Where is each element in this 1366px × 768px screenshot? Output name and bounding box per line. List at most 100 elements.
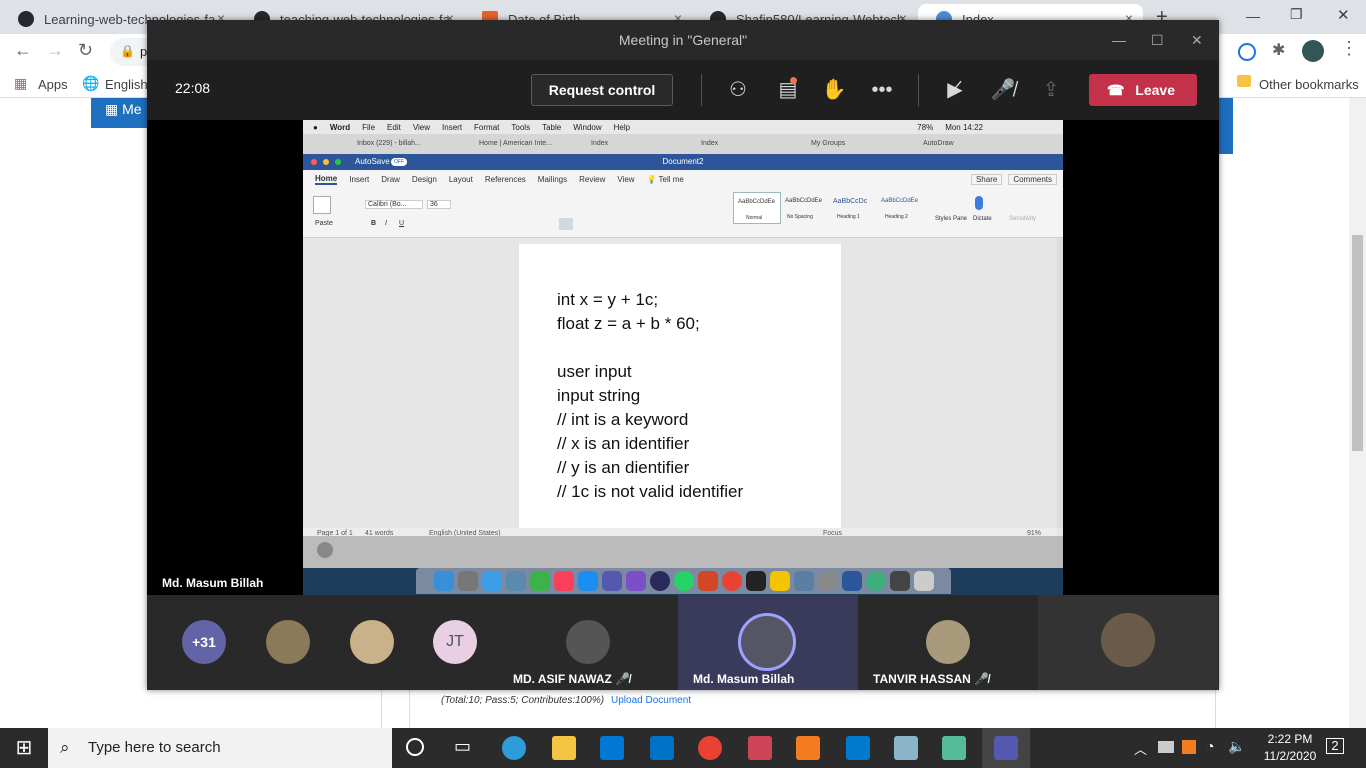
minimize-button[interactable]: — — [1112, 20, 1126, 60]
participant-tile[interactable]: MD. ASIF NAWAZ 🎤̸ — [498, 595, 678, 690]
menu-item[interactable]: Window — [573, 123, 601, 132]
tab-mailings[interactable]: Mailings — [538, 175, 567, 184]
tab-insert[interactable]: Insert — [349, 175, 369, 184]
minimize-dot[interactable] — [323, 159, 329, 165]
style-heading2[interactable]: AaBbCcDdEe Heading 2 — [879, 192, 925, 224]
launchpad-icon[interactable] — [457, 571, 478, 591]
tell-me[interactable]: Tell me — [659, 175, 684, 184]
teams-taskbar-button[interactable] — [982, 728, 1030, 768]
xampp-icon[interactable] — [796, 736, 820, 760]
browser-tab[interactable]: Inbox (229) - billah... — [357, 140, 421, 147]
menu-item[interactable]: Insert — [442, 123, 462, 132]
participant-tile[interactable]: TANVIR HASSAN 🎤̸ — [858, 595, 1038, 690]
leave-button[interactable]: ☎ Leave — [1089, 74, 1197, 106]
minimize-button[interactable]: — — [1246, 8, 1260, 24]
search-input[interactable]: ⌕ Type here to search — [48, 728, 392, 768]
address-bar[interactable]: 🔒 p — [110, 38, 150, 66]
whatsapp-icon[interactable] — [673, 571, 694, 591]
bookmark-other[interactable]: Other bookmarks — [1259, 77, 1359, 92]
trash-icon[interactable] — [913, 571, 934, 591]
scrollbar-thumb[interactable] — [1352, 235, 1363, 451]
participant-tile[interactable] — [1038, 595, 1218, 690]
reload-icon[interactable]: ↻ — [78, 40, 93, 61]
maximize-button[interactable]: ❐ — [1290, 6, 1303, 23]
back-arrow-icon[interactable]: ← — [14, 40, 32, 61]
close-button[interactable]: ✕ — [1191, 20, 1203, 60]
style-normal[interactable]: AaBbCcDdEe Normal — [733, 192, 781, 224]
menu-item[interactable]: Tools — [511, 123, 530, 132]
bold-button[interactable]: B — [371, 220, 376, 227]
browser-tab[interactable]: Home | American Inte... — [479, 140, 552, 147]
trash-icon[interactable] — [317, 542, 333, 558]
tab-design[interactable]: Design — [412, 175, 437, 184]
intellij-icon[interactable] — [769, 571, 790, 591]
browser-tab[interactable]: My Groups — [811, 140, 845, 147]
microphone-icon[interactable] — [975, 196, 983, 210]
share-button[interactable]: Share — [970, 173, 1003, 185]
chevron-up-icon[interactable]: ︿ — [1134, 739, 1147, 758]
battery-icon[interactable] — [1158, 741, 1174, 753]
word-icon[interactable] — [841, 571, 862, 591]
tab-view[interactable]: View — [617, 175, 634, 184]
mail-icon[interactable] — [650, 736, 674, 760]
puzzle-icon[interactable]: ✱ — [1272, 40, 1285, 60]
menu-item[interactable]: Format — [474, 123, 499, 132]
underline-button[interactable]: U — [399, 220, 404, 227]
browser-tab[interactable]: AutoDraw — [923, 140, 954, 147]
volume-icon[interactable]: 🔈 — [1228, 738, 1245, 755]
cortana-icon[interactable] — [406, 738, 424, 756]
request-control-button[interactable]: Request control — [531, 74, 673, 106]
chrome-icon[interactable] — [721, 571, 742, 591]
bookmark-apps[interactable]: Apps — [38, 77, 68, 92]
tab-layout[interactable]: Layout — [449, 175, 473, 184]
vs-icon[interactable] — [625, 571, 646, 591]
notification-center-icon[interactable]: 2 — [1326, 738, 1344, 754]
menu-item[interactable]: View — [413, 123, 430, 132]
participant-avatar[interactable] — [266, 620, 310, 664]
align-left-icon[interactable] — [559, 218, 573, 230]
raise-hand-icon[interactable]: ✋ — [821, 78, 847, 102]
app-icon[interactable] — [894, 736, 918, 760]
music-icon[interactable] — [553, 571, 574, 591]
mic-off-icon[interactable]: 🎤̸ — [990, 78, 1016, 102]
chrome-icon[interactable] — [698, 736, 722, 760]
close-window-button[interactable]: ✕ — [1337, 6, 1350, 24]
wifi-icon[interactable]: ◔ — [1206, 738, 1214, 754]
upload-link[interactable]: Upload Document — [611, 695, 691, 706]
chat-icon[interactable]: ▤ — [775, 78, 801, 102]
sensitivity-button[interactable]: Sensitivity — [1009, 216, 1036, 222]
eclipse-icon[interactable] — [649, 571, 670, 591]
forward-arrow-icon[interactable]: → — [46, 40, 64, 61]
tab-home[interactable]: Home — [315, 174, 338, 185]
overflow-participants[interactable]: +31 — [182, 620, 226, 664]
atom-icon[interactable] — [865, 571, 886, 591]
bookmark-english[interactable]: English — [105, 77, 148, 92]
tab-references[interactable]: References — [485, 175, 526, 184]
autosave-toggle[interactable]: OFF — [391, 158, 407, 166]
powerpoint-icon[interactable] — [697, 571, 718, 591]
teams-icon[interactable] — [601, 571, 622, 591]
camera-off-icon[interactable]: ▶̸ — [942, 78, 968, 102]
photos-icon[interactable] — [793, 571, 814, 591]
screenshot-icon[interactable] — [889, 571, 910, 591]
more-icon[interactable]: ••• — [869, 78, 895, 102]
browser-tab[interactable]: Index — [591, 140, 608, 147]
file-explorer-icon[interactable] — [552, 736, 576, 760]
task-view-icon[interactable]: ▭ — [454, 736, 471, 757]
more-vert-icon[interactable]: ⋮ — [1340, 38, 1358, 59]
store-icon[interactable] — [600, 736, 624, 760]
share-tray-icon[interactable]: ⇪ — [1038, 78, 1064, 102]
comments-button[interactable]: Comments — [1008, 173, 1057, 185]
styles-pane-button[interactable]: Styles Pane — [935, 216, 967, 222]
xampp-tray-icon[interactable] — [1182, 740, 1196, 754]
style-no-spacing[interactable]: AaBbCcDdEe No Spacing — [783, 192, 829, 224]
avatar[interactable] — [1302, 40, 1324, 62]
windows-start-icon[interactable]: ⊞ — [0, 728, 48, 768]
edge-icon[interactable] — [502, 736, 526, 760]
terminal-icon[interactable] — [745, 571, 766, 591]
safari-icon[interactable] — [481, 571, 502, 591]
font-select[interactable]: Calibri (Bo... — [365, 200, 423, 209]
tab-draw[interactable]: Draw — [381, 175, 400, 184]
preview-icon[interactable] — [505, 571, 526, 591]
system-clock[interactable]: 2:22 PM 11/2/2020 — [1256, 731, 1324, 765]
